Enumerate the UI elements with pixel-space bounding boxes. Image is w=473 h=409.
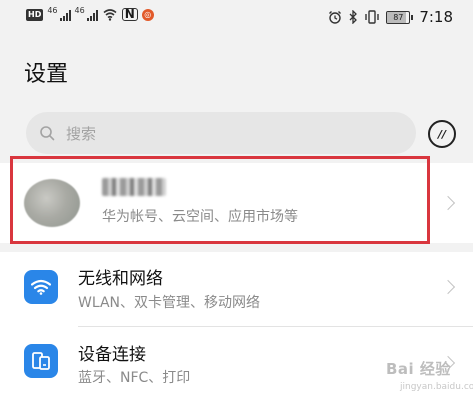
signal-label-2: 46 — [74, 6, 85, 15]
bluetooth-icon — [349, 10, 358, 24]
settings-item-title: 无线和网络 — [78, 269, 163, 289]
battery-level: 87 — [393, 12, 404, 22]
device-connect-icon — [24, 344, 58, 378]
status-left-icons: HD 46 46 N ◎ — [26, 6, 154, 21]
settings-item-subtitle: WLAN、双卡管理、移动网络 — [78, 295, 261, 311]
search-placeholder: 搜索 — [66, 124, 97, 143]
vibrate-icon — [365, 10, 380, 24]
account-subtitle: 华为帐号、云空间、应用市场等 — [102, 209, 298, 225]
status-right-icons: 87 7:18 — [328, 8, 453, 26]
watermark: Bai 经验 — [386, 360, 451, 378]
signal-icon — [59, 9, 71, 21]
account-name — [102, 178, 166, 196]
settings-item-subtitle: 蓝牙、NFC、打印 — [78, 370, 191, 386]
status-time: 7:18 — [419, 8, 453, 26]
wifi-icon — [24, 270, 58, 304]
hd-badge: HD — [26, 8, 44, 21]
search-input[interactable]: 搜索 — [26, 112, 416, 154]
nfc-icon: N — [121, 8, 138, 21]
search-icon — [38, 124, 56, 142]
avatar[interactable] — [24, 179, 80, 227]
page-title: 设置 — [24, 62, 69, 87]
battery-icon: 87 — [386, 10, 414, 24]
settings-item-title: 设备连接 — [78, 345, 146, 365]
divider — [78, 326, 473, 327]
app-notification-icon: ◎ — [141, 8, 154, 21]
hi-assistant-button[interactable]: // — [428, 120, 456, 148]
wifi-icon — [103, 9, 117, 21]
alarm-icon — [329, 11, 342, 24]
status-bar: HD 46 46 N ◎ 87 7:18 — [0, 0, 473, 36]
signal-label-1: 46 — [47, 6, 58, 15]
signal-icon — [86, 9, 98, 21]
watermark-sub: jingyan.baidu.com — [400, 382, 473, 392]
